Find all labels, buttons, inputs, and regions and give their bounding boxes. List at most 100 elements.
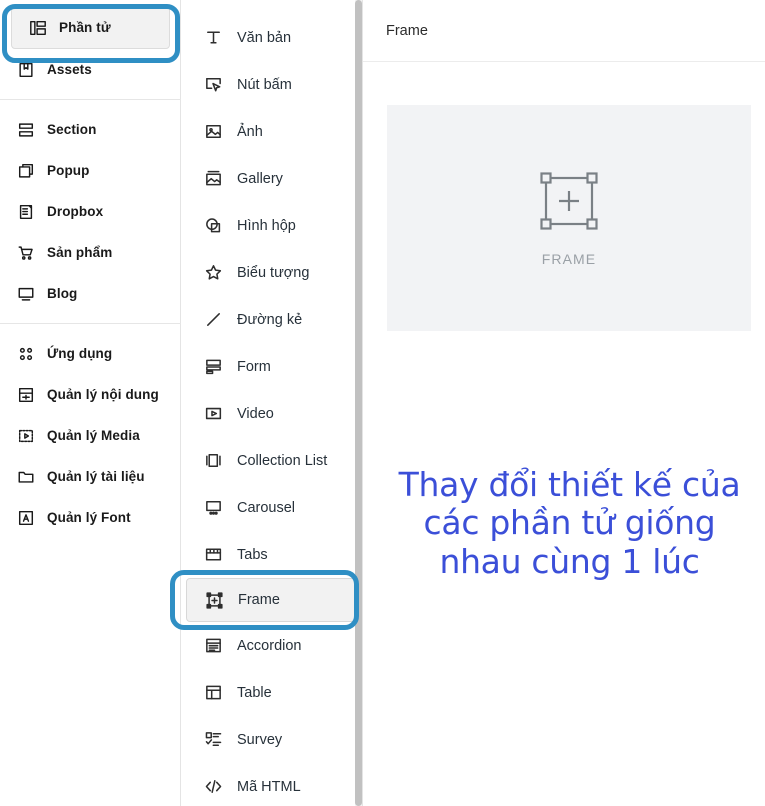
element-item-label: Đường kẻ [237, 311, 303, 328]
element-item-label: Nút bấm [237, 76, 292, 93]
element-item-form[interactable]: Form [181, 343, 362, 390]
element-item-label: Văn bản [237, 29, 292, 46]
sidebar-item-label: Section [47, 122, 97, 137]
frame-preview-label: FRAME [541, 251, 597, 267]
layout-grid-icon [28, 18, 47, 37]
element-item-gallery[interactable]: Gallery [181, 155, 362, 202]
sidebar-group: Phần tử Assets [0, 6, 180, 90]
sidebar-nav: Phần tử Assets Section Popup Dropbox Sản phẩm… [0, 6, 181, 538]
page-title: Frame [386, 22, 428, 39]
cart-icon [16, 243, 35, 262]
left-sidebar: Phần tử Assets Section Popup Dropbox Sản phẩm… [0, 0, 181, 806]
app-root: Phần tử Assets Section Popup Dropbox Sản phẩm… [0, 0, 765, 806]
sidebar-item-label: Blog [47, 286, 78, 301]
scrollbar-thumb[interactable] [355, 0, 362, 806]
frame-icon [204, 590, 224, 610]
sidebar-item-popup[interactable]: Popup [0, 150, 180, 191]
element-item-video[interactable]: Video [181, 390, 362, 437]
sidebar-item-assets[interactable]: Assets [0, 49, 180, 90]
star-icon [203, 263, 223, 283]
code-icon [203, 777, 223, 797]
element-item-label: Collection List [237, 452, 328, 469]
sidebar-item-quan-ly-tai-lieu[interactable]: Quản lý tài liệu [0, 456, 180, 497]
sidebar-item-quan-ly-noi-dung[interactable]: Quản lý nội dung [0, 374, 180, 415]
panel-header: Frame [363, 0, 765, 62]
popup-icon [16, 161, 35, 180]
shape-box-icon [203, 216, 223, 236]
button-cursor-icon [203, 75, 223, 95]
frame-placeholder-icon [537, 169, 601, 233]
video-play-icon [203, 404, 223, 424]
sidebar-item-label: Quản lý Media [47, 428, 140, 443]
folder-icon [16, 467, 35, 486]
element-item-label: Biểu tượng [237, 264, 310, 281]
element-item-van-ban[interactable]: Văn bản [181, 14, 362, 61]
element-item-label: Gallery [237, 170, 283, 187]
sidebar-item-quan-ly-font[interactable]: Quản lý Font [0, 497, 180, 538]
element-item-label: Form [237, 358, 271, 375]
sidebar-item-label: Ứng dụng [47, 346, 113, 361]
sidebar-item-quan-ly-media[interactable]: Quản lý Media [0, 415, 180, 456]
preview-panel: Frame FRAME [363, 0, 765, 806]
sidebar-divider [0, 99, 181, 100]
element-item-label: Survey [237, 731, 283, 748]
element-item-label: Frame [238, 592, 280, 608]
element-item-label: Accordion [237, 637, 302, 654]
element-item-label: Video [237, 405, 274, 422]
sidebar-item-label: Sản phẩm [47, 245, 113, 260]
sidebar-item-label: Assets [47, 62, 92, 77]
element-item-tabs[interactable]: Tabs [181, 531, 362, 578]
accordion-icon [203, 636, 223, 656]
element-item-collection-list[interactable]: Collection List [181, 437, 362, 484]
element-item-label: Mã HTML [237, 778, 301, 795]
sidebar-group: Ứng dụng Quản lý nội dung Quản lý Media Quả… [0, 333, 180, 538]
sidebar-divider [0, 323, 181, 324]
element-item-survey[interactable]: Survey [181, 716, 362, 763]
sidebar-item-label: Quản lý tài liệu [47, 469, 145, 484]
apps-grid-icon [16, 344, 35, 363]
sidebar-group: Section Popup Dropbox Sản phẩm Blog [0, 109, 180, 314]
element-item-anh[interactable]: Ảnh [181, 108, 362, 155]
tabs-icon [203, 545, 223, 565]
dropbox-icon [16, 202, 35, 221]
element-item-table[interactable]: Table [181, 669, 362, 716]
sidebar-item-section[interactable]: Section [0, 109, 180, 150]
collection-list-icon [203, 451, 223, 471]
sidebar-item-label: Dropbox [47, 204, 104, 219]
text-icon [203, 28, 223, 48]
sidebar-item-phan-tu[interactable]: Phần tử [11, 6, 170, 49]
element-list-scrollbar[interactable] [355, 0, 362, 806]
element-item-label: Table [237, 684, 272, 701]
sidebar-item-label: Phần tử [59, 20, 111, 35]
sidebar-item-blog[interactable]: Blog [0, 273, 180, 314]
element-item-nut-bam[interactable]: Nút bấm [181, 61, 362, 108]
element-item-carousel[interactable]: Carousel [181, 484, 362, 531]
sidebar-item-label: Quản lý Font [47, 510, 131, 525]
element-item-label: Ảnh [237, 123, 263, 140]
element-item-frame[interactable]: Frame [186, 578, 356, 622]
sidebar-item-san-pham[interactable]: Sản phẩm [0, 232, 180, 273]
element-item-bieu-tuong[interactable]: Biểu tượng [181, 249, 362, 296]
monitor-icon [16, 284, 35, 303]
element-item-accordion[interactable]: Accordion [181, 622, 362, 669]
sidebar-item-label: Popup [47, 163, 90, 178]
section-icon [16, 120, 35, 139]
font-icon [16, 508, 35, 527]
content-manager-icon [16, 385, 35, 404]
element-item-ma-html[interactable]: Mã HTML [181, 763, 362, 806]
sidebar-item-ung-dung[interactable]: Ứng dụng [0, 333, 180, 374]
sidebar-item-dropbox[interactable]: Dropbox [0, 191, 180, 232]
frame-preview-card[interactable]: FRAME [387, 105, 751, 331]
element-item-label: Hình hộp [237, 217, 296, 234]
element-item-label: Carousel [237, 499, 296, 516]
element-list-panel: Văn bản Nút bấm Ảnh Gallery Hình hộp Biểu tượ… [170, 0, 363, 806]
bookmark-icon [16, 60, 35, 79]
element-item-duong-ke[interactable]: Đường kẻ [181, 296, 362, 343]
preview-area: FRAME [363, 62, 765, 331]
element-list: Văn bản Nút bấm Ảnh Gallery Hình hộp Biểu tượ… [181, 14, 362, 806]
media-manager-icon [16, 426, 35, 445]
carousel-icon [203, 498, 223, 518]
form-icon [203, 357, 223, 377]
element-item-hinh-hop[interactable]: Hình hộp [181, 202, 362, 249]
sidebar-item-label: Quản lý nội dung [47, 387, 159, 402]
